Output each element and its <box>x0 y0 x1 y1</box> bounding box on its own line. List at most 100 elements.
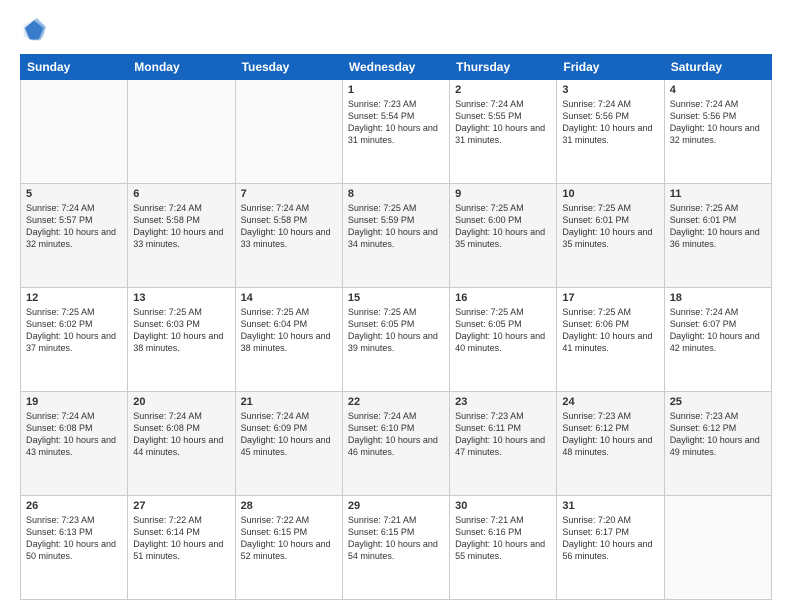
calendar-cell <box>21 80 128 184</box>
day-number: 22 <box>348 396 444 408</box>
day-info: Sunrise: 7:23 AM Sunset: 6:11 PM Dayligh… <box>455 410 551 459</box>
weekday-header-saturday: Saturday <box>664 55 771 80</box>
day-info: Sunrise: 7:21 AM Sunset: 6:15 PM Dayligh… <box>348 514 444 563</box>
calendar-cell: 15 Sunrise: 7:25 AM Sunset: 6:05 PM Dayli… <box>342 288 449 392</box>
day-info: Sunrise: 7:24 AM Sunset: 6:08 PM Dayligh… <box>133 410 229 459</box>
day-info: Sunrise: 7:24 AM Sunset: 5:55 PM Dayligh… <box>455 98 551 147</box>
calendar-cell: 1 Sunrise: 7:23 AM Sunset: 5:54 PM Daylig… <box>342 80 449 184</box>
day-number: 10 <box>562 188 658 200</box>
calendar-cell <box>235 80 342 184</box>
weekday-header-sunday: Sunday <box>21 55 128 80</box>
day-info: Sunrise: 7:24 AM Sunset: 5:58 PM Dayligh… <box>133 202 229 251</box>
calendar-cell <box>128 80 235 184</box>
day-number: 9 <box>455 188 551 200</box>
day-info: Sunrise: 7:23 AM Sunset: 5:54 PM Dayligh… <box>348 98 444 147</box>
calendar-cell: 25 Sunrise: 7:23 AM Sunset: 6:12 PM Dayli… <box>664 392 771 496</box>
day-number: 31 <box>562 500 658 512</box>
calendar-cell: 28 Sunrise: 7:22 AM Sunset: 6:15 PM Dayli… <box>235 496 342 600</box>
day-number: 17 <box>562 292 658 304</box>
day-info: Sunrise: 7:24 AM Sunset: 6:07 PM Dayligh… <box>670 306 766 355</box>
calendar-cell: 29 Sunrise: 7:21 AM Sunset: 6:15 PM Dayli… <box>342 496 449 600</box>
calendar-cell: 2 Sunrise: 7:24 AM Sunset: 5:55 PM Daylig… <box>450 80 557 184</box>
day-info: Sunrise: 7:25 AM Sunset: 5:59 PM Dayligh… <box>348 202 444 251</box>
day-info: Sunrise: 7:23 AM Sunset: 6:12 PM Dayligh… <box>670 410 766 459</box>
day-number: 27 <box>133 500 229 512</box>
day-number: 2 <box>455 84 551 96</box>
week-row-4: 19 Sunrise: 7:24 AM Sunset: 6:08 PM Dayli… <box>21 392 772 496</box>
calendar-cell: 6 Sunrise: 7:24 AM Sunset: 5:58 PM Daylig… <box>128 184 235 288</box>
day-number: 4 <box>670 84 766 96</box>
day-number: 26 <box>26 500 122 512</box>
day-number: 6 <box>133 188 229 200</box>
day-info: Sunrise: 7:25 AM Sunset: 6:01 PM Dayligh… <box>562 202 658 251</box>
day-number: 24 <box>562 396 658 408</box>
day-info: Sunrise: 7:22 AM Sunset: 6:14 PM Dayligh… <box>133 514 229 563</box>
calendar-cell: 31Sunrise: 7:20 AM Sunset: 6:17 PM Dayli… <box>557 496 664 600</box>
day-number: 3 <box>562 84 658 96</box>
week-row-1: 1 Sunrise: 7:23 AM Sunset: 5:54 PM Daylig… <box>21 80 772 184</box>
calendar-cell: 20 Sunrise: 7:24 AM Sunset: 6:08 PM Dayli… <box>128 392 235 496</box>
calendar-cell: 17 Sunrise: 7:25 AM Sunset: 6:06 PM Dayli… <box>557 288 664 392</box>
calendar-cell: 21 Sunrise: 7:24 AM Sunset: 6:09 PM Dayli… <box>235 392 342 496</box>
calendar-cell: 5 Sunrise: 7:24 AM Sunset: 5:57 PM Daylig… <box>21 184 128 288</box>
day-info: Sunrise: 7:24 AM Sunset: 5:56 PM Dayligh… <box>562 98 658 147</box>
calendar-cell: 12Sunrise: 7:25 AM Sunset: 6:02 PM Dayli… <box>21 288 128 392</box>
day-info: Sunrise: 7:25 AM Sunset: 6:03 PM Dayligh… <box>133 306 229 355</box>
day-info: Sunrise: 7:24 AM Sunset: 6:10 PM Dayligh… <box>348 410 444 459</box>
calendar-cell: 26 Sunrise: 7:23 AM Sunset: 6:13 PM Dayli… <box>21 496 128 600</box>
weekday-header-thursday: Thursday <box>450 55 557 80</box>
calendar-cell: 13 Sunrise: 7:25 AM Sunset: 6:03 PM Dayli… <box>128 288 235 392</box>
day-info: Sunrise: 7:25 AM Sunset: 6:01 PM Dayligh… <box>670 202 766 251</box>
day-number: 16 <box>455 292 551 304</box>
calendar-cell: 3 Sunrise: 7:24 AM Sunset: 5:56 PM Daylig… <box>557 80 664 184</box>
logo <box>20 16 52 44</box>
day-info: Sunrise: 7:25 AM Sunset: 6:06 PM Dayligh… <box>562 306 658 355</box>
calendar-cell: 22 Sunrise: 7:24 AM Sunset: 6:10 PM Dayli… <box>342 392 449 496</box>
week-row-5: 26 Sunrise: 7:23 AM Sunset: 6:13 PM Dayli… <box>21 496 772 600</box>
day-info: Sunrise: 7:21 AM Sunset: 6:16 PM Dayligh… <box>455 514 551 563</box>
header <box>20 16 772 44</box>
day-info: Sunrise: 7:22 AM Sunset: 6:15 PM Dayligh… <box>241 514 337 563</box>
day-number: 13 <box>133 292 229 304</box>
day-number: 21 <box>241 396 337 408</box>
calendar-cell: 10 Sunrise: 7:25 AM Sunset: 6:01 PM Dayli… <box>557 184 664 288</box>
day-number: 7 <box>241 188 337 200</box>
day-number: 14 <box>241 292 337 304</box>
day-info: Sunrise: 7:24 AM Sunset: 6:09 PM Dayligh… <box>241 410 337 459</box>
calendar-cell: 23 Sunrise: 7:23 AM Sunset: 6:11 PM Dayli… <box>450 392 557 496</box>
day-number: 5 <box>26 188 122 200</box>
day-number: 18 <box>670 292 766 304</box>
day-number: 25 <box>670 396 766 408</box>
page: SundayMondayTuesdayWednesdayThursdayFrid… <box>0 0 792 612</box>
day-info: Sunrise: 7:25 AM Sunset: 6:05 PM Dayligh… <box>455 306 551 355</box>
calendar-table: SundayMondayTuesdayWednesdayThursdayFrid… <box>20 54 772 600</box>
day-number: 28 <box>241 500 337 512</box>
logo-icon <box>20 16 48 44</box>
weekday-header-monday: Monday <box>128 55 235 80</box>
day-info: Sunrise: 7:24 AM Sunset: 5:57 PM Dayligh… <box>26 202 122 251</box>
day-info: Sunrise: 7:25 AM Sunset: 6:05 PM Dayligh… <box>348 306 444 355</box>
day-number: 1 <box>348 84 444 96</box>
day-info: Sunrise: 7:23 AM Sunset: 6:13 PM Dayligh… <box>26 514 122 563</box>
day-info: Sunrise: 7:25 AM Sunset: 6:04 PM Dayligh… <box>241 306 337 355</box>
day-number: 15 <box>348 292 444 304</box>
day-number: 23 <box>455 396 551 408</box>
day-number: 19 <box>26 396 122 408</box>
calendar-cell: 24 Sunrise: 7:23 AM Sunset: 6:12 PM Dayli… <box>557 392 664 496</box>
calendar-cell: 19 Sunrise: 7:24 AM Sunset: 6:08 PM Dayli… <box>21 392 128 496</box>
day-info: Sunrise: 7:25 AM Sunset: 6:00 PM Dayligh… <box>455 202 551 251</box>
calendar-cell: 9 Sunrise: 7:25 AM Sunset: 6:00 PM Daylig… <box>450 184 557 288</box>
day-info: Sunrise: 7:24 AM Sunset: 6:08 PM Dayligh… <box>26 410 122 459</box>
calendar-cell: 16 Sunrise: 7:25 AM Sunset: 6:05 PM Dayli… <box>450 288 557 392</box>
day-info: Sunrise: 7:23 AM Sunset: 6:12 PM Dayligh… <box>562 410 658 459</box>
weekday-header-friday: Friday <box>557 55 664 80</box>
day-number: 29 <box>348 500 444 512</box>
day-number: 12 <box>26 292 122 304</box>
calendar-cell <box>664 496 771 600</box>
day-number: 11 <box>670 188 766 200</box>
weekday-header-tuesday: Tuesday <box>235 55 342 80</box>
day-number: 20 <box>133 396 229 408</box>
calendar-cell: 27 Sunrise: 7:22 AM Sunset: 6:14 PM Dayli… <box>128 496 235 600</box>
day-number: 8 <box>348 188 444 200</box>
calendar-cell: 18 Sunrise: 7:24 AM Sunset: 6:07 PM Dayli… <box>664 288 771 392</box>
